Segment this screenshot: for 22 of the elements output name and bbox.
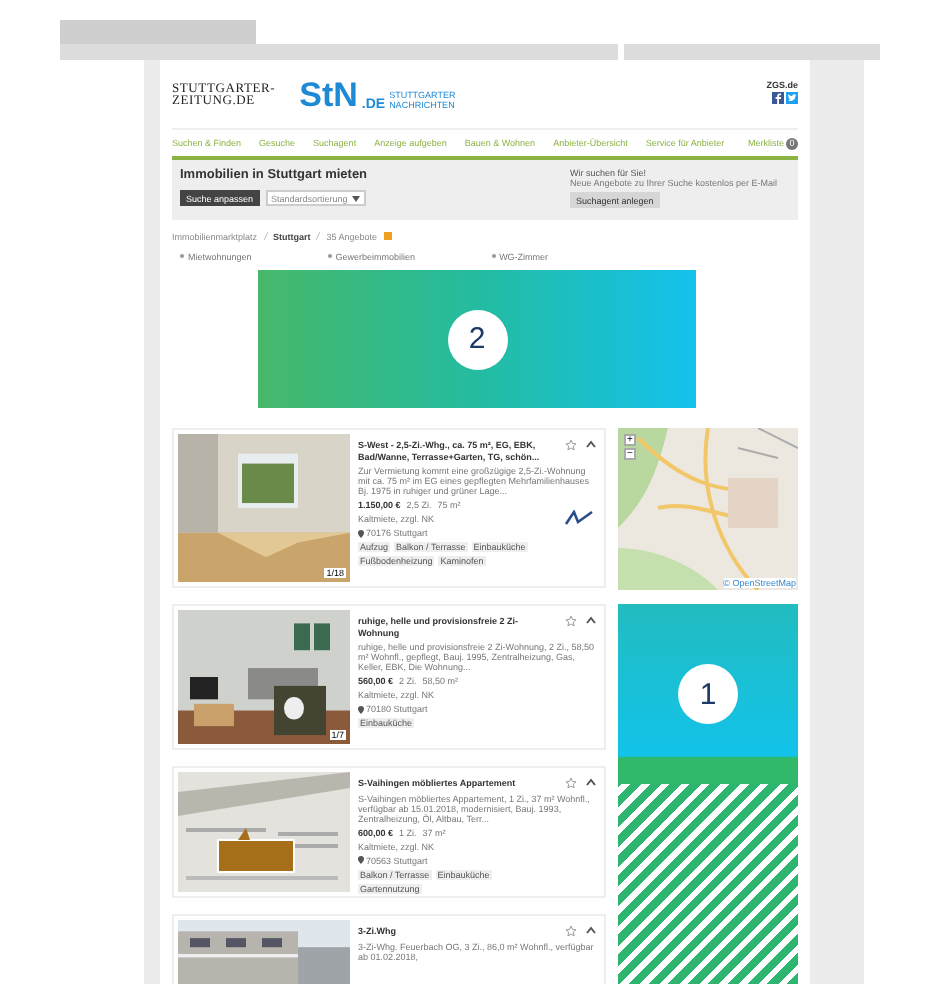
star-icon[interactable] (566, 616, 576, 626)
location-pin-icon (358, 529, 364, 537)
logo-text[interactable]: StN (299, 80, 358, 112)
breadcrumb-separator (316, 232, 321, 240)
twitter-icon[interactable] (786, 92, 798, 104)
chevron-up-icon[interactable] (586, 926, 596, 934)
slot-number: 2 (447, 309, 507, 369)
rss-icon[interactable] (383, 232, 392, 240)
listing-card[interactable] (172, 766, 606, 898)
chevron-up-icon[interactable] (586, 616, 596, 624)
slot-number: 1 (678, 664, 738, 724)
star-icon[interactable] (566, 926, 576, 936)
star-icon[interactable] (566, 440, 576, 450)
chevron-up-icon[interactable] (586, 440, 596, 448)
star-icon[interactable] (566, 778, 576, 788)
chevron-up-icon[interactable] (586, 778, 596, 786)
listing-card[interactable] (172, 604, 606, 750)
facebook-icon[interactable] (772, 92, 784, 104)
caret-icon (351, 195, 360, 201)
breadcrumb-separator (263, 232, 268, 240)
location-pin-icon (358, 856, 364, 864)
location-pin-icon (358, 705, 364, 713)
